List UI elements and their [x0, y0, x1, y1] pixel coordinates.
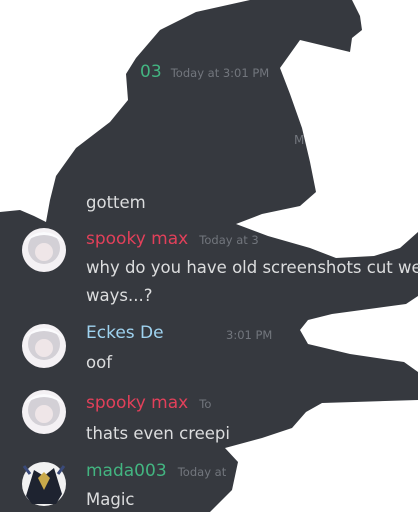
- message-text-2: oof: [86, 353, 112, 372]
- message-header-2: Eckes De: [86, 323, 164, 343]
- message-text-4: Magic: [86, 490, 135, 509]
- message-text-gottem: gottem: [86, 193, 146, 212]
- avatar-low: [22, 390, 66, 434]
- message-author-1[interactable]: spooky max: [86, 229, 188, 249]
- mid-fragment: M: [294, 133, 305, 147]
- fragment-username: 03: [140, 62, 162, 82]
- message-header-3: spooky max To: [86, 393, 211, 413]
- message-timestamp-3: To: [199, 397, 212, 411]
- top-fragment: 03 Today at 3:01 PM: [140, 62, 269, 82]
- avatar-top: [22, 228, 66, 272]
- message-text-3: thats even creepi: [86, 424, 230, 443]
- message-timestamp-4: Today at: [177, 465, 227, 479]
- chat-screenshot-cutout: 03 Today at 3:01 PM M gottem spooky max …: [0, 0, 420, 512]
- message-author-2[interactable]: Eckes De: [86, 323, 164, 343]
- avatar-knight: [22, 462, 66, 506]
- message-author-4[interactable]: mada003: [86, 461, 167, 481]
- fragment-timestamp: Today at 3:01 PM: [170, 66, 270, 80]
- avatar-mid: [22, 324, 66, 368]
- message-header-1: spooky max Today at 3: [86, 229, 259, 249]
- message-text-1a: why do you have old screenshots cut weir: [86, 258, 420, 277]
- message-timestamp-2: 3:01 PM: [226, 328, 273, 342]
- message-header-4: mada003 Today at: [86, 461, 226, 481]
- message-author-3[interactable]: spooky max: [86, 393, 188, 413]
- message-timestamp-1: Today at 3: [199, 233, 259, 247]
- message-text-1b: ways...?: [86, 286, 153, 305]
